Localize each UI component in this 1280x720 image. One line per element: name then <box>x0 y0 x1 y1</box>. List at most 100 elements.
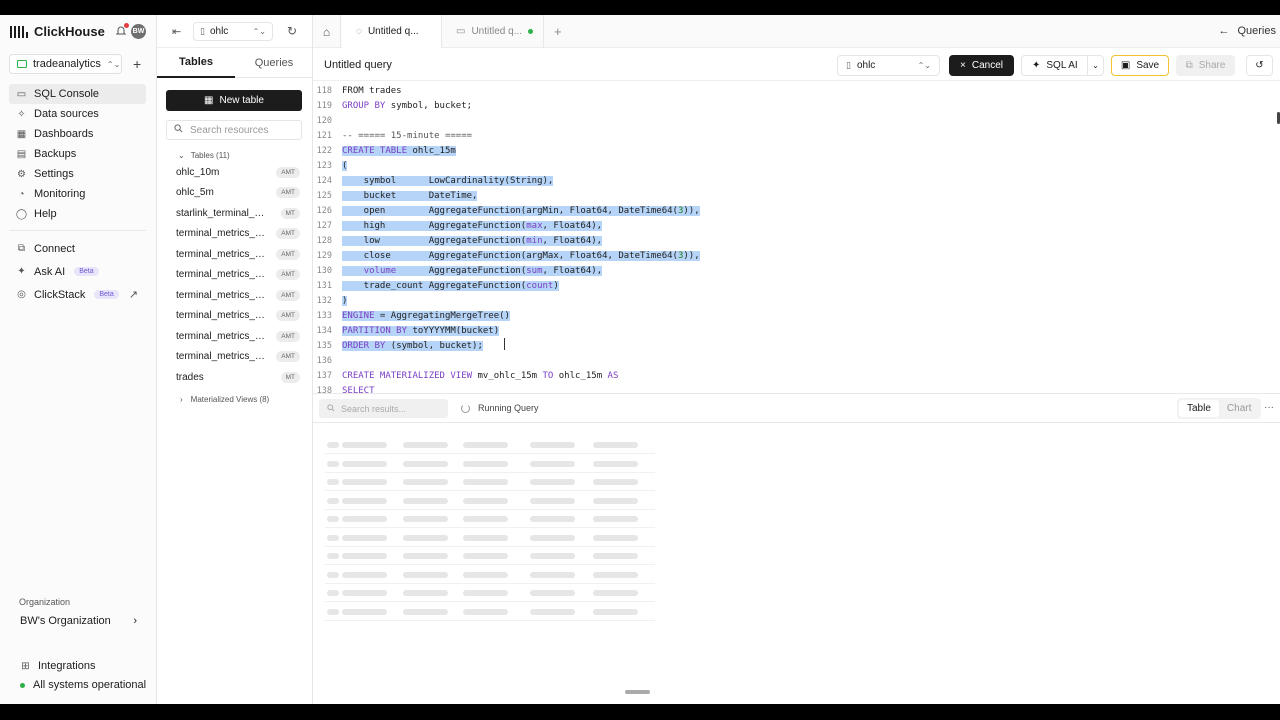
refresh-icon[interactable]: ↻ <box>287 24 297 38</box>
code-text: CREATE TABLE ohlc_15m <box>342 145 456 156</box>
queries-button[interactable]: ← Queries <box>1218 25 1276 37</box>
line-number: 136 <box>316 355 332 366</box>
ask-ai-button[interactable]: ✦ Ask AI Beta <box>9 260 146 283</box>
service-name: tradeanalytics <box>33 58 101 70</box>
nav-item-monitoring[interactable]: ◔ Monitoring <box>9 184 146 204</box>
clickstack-label: ClickStack <box>34 288 86 301</box>
resize-handle[interactable] <box>625 690 650 694</box>
skeleton-row <box>325 529 655 547</box>
tab-tables[interactable]: Tables <box>157 48 235 78</box>
system-status[interactable]: All systems operational <box>20 679 146 691</box>
tab-chart-view[interactable]: Chart <box>1219 400 1259 417</box>
database-name: ohlc <box>856 60 876 71</box>
code-text: volume AggregateFunction(sum, Float64), <box>342 265 603 276</box>
cancel-label: Cancel <box>971 60 1003 71</box>
nav-item-settings[interactable]: ⚙ Settings <box>9 164 146 184</box>
table-item[interactable]: ohlc_10m AMT <box>166 162 303 183</box>
tab-queries[interactable]: Queries <box>235 48 313 78</box>
code-text: -- ===== 15-minute ===== <box>342 130 473 141</box>
save-button[interactable]: ▣ Save <box>1111 55 1169 76</box>
history-button[interactable]: ↺ <box>1246 55 1273 76</box>
nav-item-help[interactable]: ◯ Help <box>9 204 146 224</box>
nav-item-sql-console[interactable]: ▭ SQL Console <box>9 84 146 104</box>
skeleton-row <box>325 547 655 565</box>
tables-heading[interactable]: ⌄ Tables (11) <box>178 151 230 160</box>
tab-table-view[interactable]: Table <box>1179 400 1219 417</box>
resource-tabs: Tables Queries <box>157 48 312 78</box>
skeleton-row <box>325 584 655 602</box>
add-service-icon[interactable]: + <box>133 56 141 72</box>
table-item[interactable]: terminal_metrics_5m AMT <box>166 347 303 368</box>
help-icon: ◯ <box>15 208 28 220</box>
new-table-button[interactable]: ▦ New table <box>166 90 302 111</box>
database-select[interactable]: ▯ ohlc ⌃⌄ <box>193 22 273 41</box>
skeleton-row <box>325 492 655 510</box>
table-name: ohlc_5m <box>176 187 214 199</box>
query-tab-label: Untitled q... <box>367 26 419 37</box>
resource-panel: ⇤ ▯ ohlc ⌃⌄ ↻ Tables Queries ▦ New table… <box>157 15 313 704</box>
table-item[interactable]: terminal_metrics_1h AMT <box>166 265 303 286</box>
code-text: ( <box>342 160 348 171</box>
table-item[interactable]: terminal_metrics_2... AMT <box>166 285 303 306</box>
integrations-icon: ⊞ <box>21 660 30 672</box>
code-line: 137 CREATE MATERIALIZED VIEW mv_ohlc_15m … <box>313 368 1273 383</box>
service-select[interactable]: tradeanalytics ⌃⌄ <box>9 54 122 74</box>
query-toolbar: Untitled query ▯ ohlc ⌃⌄ × Cancel ✦ SQL … <box>313 48 1280 81</box>
table-item[interactable]: terminal_metrics_1... AMT <box>166 224 303 245</box>
clickstack-link[interactable]: ◎ ClickStack Beta ↗ <box>9 283 146 306</box>
cancel-button[interactable]: × Cancel <box>949 55 1014 76</box>
query-tab-active[interactable]: ◌ Untitled q... <box>342 15 442 48</box>
line-number: 127 <box>316 220 332 231</box>
integrations-link[interactable]: ⊞ Integrations <box>20 660 95 672</box>
app-window: ClickHouse BW tradeanalytics ⌃⌄ + ▭ SQL … <box>0 15 1280 704</box>
query-tab[interactable]: ▭ Untitled q... <box>442 15 544 48</box>
sql-ai-button[interactable]: ✦ SQL AI ⌄ <box>1021 55 1104 76</box>
home-icon[interactable]: ⌂ <box>313 15 341 48</box>
code-line: 128 low AggregateFunction(min, Float64), <box>313 233 1273 248</box>
table-item[interactable]: ohlc_5m AMT <box>166 183 303 204</box>
table-list: ohlc_10m AMT ohlc_5m AMT starlink_terminal_m… <box>166 162 303 388</box>
search-placeholder: Search resources <box>190 124 269 136</box>
brand-name: ClickHouse <box>34 24 105 39</box>
nav-item-backups[interactable]: ▤ Backups <box>9 144 146 164</box>
organization-select[interactable]: BW's Organization › <box>20 615 137 627</box>
table-item[interactable]: terminal_metrics_1... AMT <box>166 244 303 265</box>
query-tab-bar: ⌂ ◌ Untitled q... ▭ Untitled q... + ← Qu… <box>313 15 1280 48</box>
gear-icon: ⚙ <box>17 168 26 180</box>
engine-badge: AMT <box>276 269 300 281</box>
share-button[interactable]: ⧉ Share <box>1176 55 1235 76</box>
materialized-views-heading[interactable]: › Materialized Views (8) <box>180 395 269 404</box>
search-results-placeholder: Search results... <box>341 403 407 414</box>
connect-button[interactable]: ⧉ Connect <box>9 237 146 260</box>
line-number: 120 <box>316 115 332 126</box>
line-number: 125 <box>316 190 332 201</box>
line-number: 133 <box>316 310 332 321</box>
table-item[interactable]: trades MT <box>166 367 303 388</box>
nav-item-data-sources[interactable]: ✧ Data sources <box>9 104 146 124</box>
sql-editor[interactable]: 118 FROM trades 119 GROUP BY symbol, bucket… <box>313 82 1280 393</box>
skeleton-row <box>325 510 655 528</box>
database-name: ohlc <box>209 26 229 37</box>
table-item[interactable]: terminal_metrics_3... AMT <box>166 306 303 327</box>
line-number: 128 <box>316 235 332 246</box>
line-number: 134 <box>316 325 332 336</box>
avatar[interactable]: BW <box>131 24 146 39</box>
more-options-icon[interactable]: ··· <box>1264 402 1274 413</box>
add-tab-icon[interactable]: + <box>554 24 562 39</box>
code-text: FROM trades <box>342 85 402 96</box>
collapse-panel-icon[interactable]: ⇤ <box>172 25 181 38</box>
search-results-input[interactable]: Search results... <box>319 399 448 418</box>
nav-item-dashboards[interactable]: ▦ Dashboards <box>9 124 146 144</box>
engine-badge: AMT <box>276 228 300 240</box>
table-item[interactable]: starlink_terminal_m... MT <box>166 203 303 224</box>
search-resources-input[interactable]: Search resources <box>166 120 302 140</box>
brand[interactable]: ClickHouse <box>10 24 105 39</box>
monitor-icon: ◔ <box>18 188 25 200</box>
search-icon <box>327 403 335 414</box>
query-title[interactable]: Untitled query <box>324 59 392 71</box>
chevron-down-icon[interactable]: ⌄ <box>1087 56 1103 75</box>
table-item[interactable]: terminal_metrics_3h AMT <box>166 326 303 347</box>
bell-icon[interactable] <box>115 23 129 37</box>
table-name: terminal_metrics_5m <box>176 351 266 363</box>
query-database-select[interactable]: ▯ ohlc ⌃⌄ <box>837 55 940 76</box>
